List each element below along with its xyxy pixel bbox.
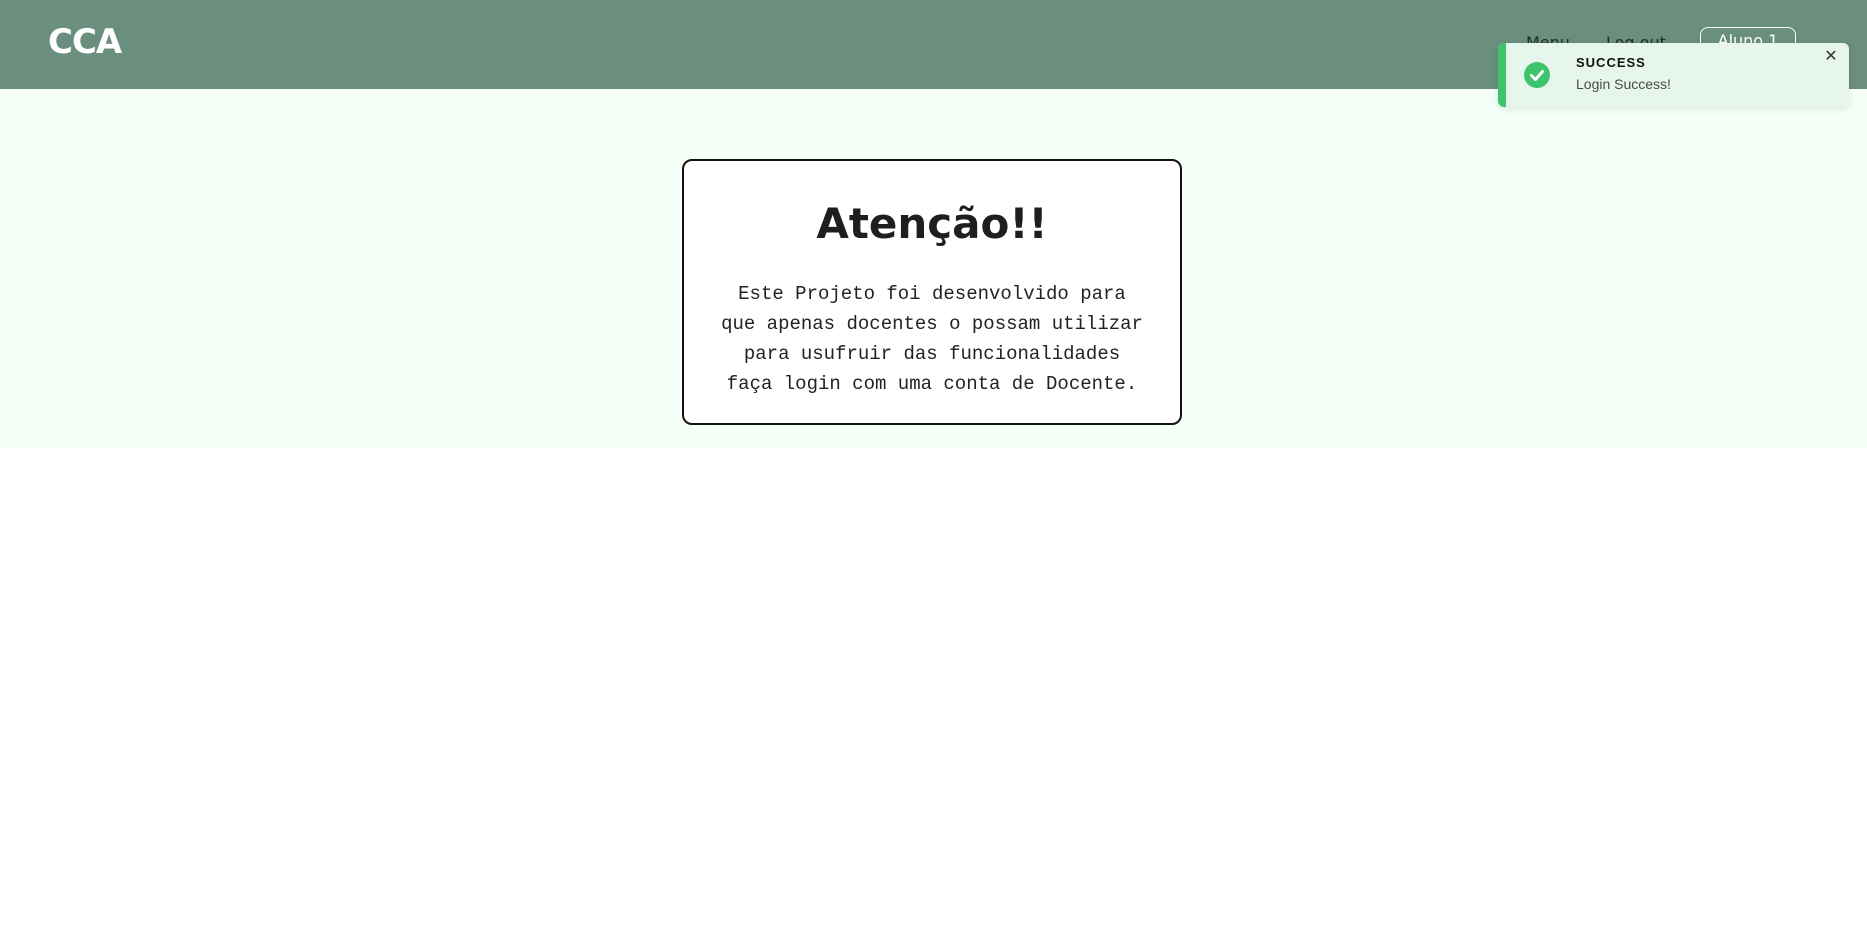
- close-icon[interactable]: ✕: [1822, 47, 1840, 65]
- check-circle-icon: [1524, 62, 1550, 88]
- notice-text: Este Projeto foi desenvolvido para que a…: [702, 279, 1162, 399]
- notice-title: Atenção!!: [816, 199, 1048, 248]
- brand-logo[interactable]: CCA: [48, 22, 122, 62]
- notice-line: Este Projeto foi desenvolvido para: [738, 283, 1126, 305]
- toast-title: SUCCESS: [1576, 55, 1646, 70]
- success-toast: SUCCESS Login Success! ✕: [1498, 43, 1849, 107]
- notice-line: faça login com uma conta de Docente.: [726, 373, 1138, 395]
- notice-card: Atenção!! Este Projeto foi desenvolvido …: [682, 159, 1182, 425]
- notice-line: que apenas docentes o possam utilizar: [721, 313, 1143, 335]
- toast-accent-bar: [1498, 43, 1506, 107]
- notice-line: para usufruir das funcionalidades: [743, 343, 1121, 365]
- toast-message: Login Success!: [1576, 76, 1671, 92]
